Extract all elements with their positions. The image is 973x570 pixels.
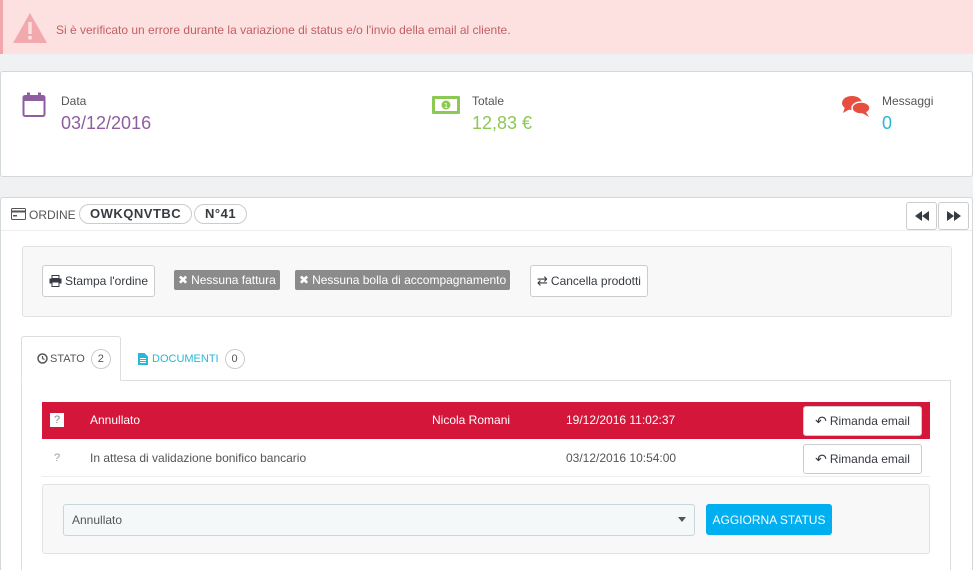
order-number: N°41: [194, 204, 248, 224]
date-value: 03/12/2016: [61, 113, 152, 133]
backward-icon: [914, 211, 929, 221]
comments-icon: [842, 96, 871, 117]
order-reference: OWKQNVTBC: [79, 204, 193, 224]
tab-documents-label: DOCUMENTI: [152, 352, 219, 365]
order-actions-box: Stampa l'ordine ✖ Nessuna fattura ✖ Ness…: [22, 246, 952, 317]
tab-status[interactable]: STATO 2: [21, 336, 121, 381]
no-delivery-tag: ✖ Nessuna bolla di accompagnamento: [295, 270, 511, 290]
clock-icon: [37, 353, 48, 364]
tab-status-label: STATO: [50, 352, 85, 365]
status-icon: ?: [50, 413, 64, 427]
status-icon: ?: [53, 452, 61, 464]
resend-email-label: Rimanda email: [829, 414, 910, 428]
no-delivery-label: Nessuna bolla di accompagnamento: [312, 273, 507, 287]
exchange-icon: ⇄: [537, 273, 548, 288]
update-status-button[interactable]: AGGIORNA STATUS: [706, 504, 832, 535]
resend-email-button[interactable]: ↶ Rimanda email: [803, 444, 922, 474]
calendar-icon: [22, 92, 46, 117]
tab-documents-count: 0: [224, 348, 245, 369]
forward-icon: [946, 211, 961, 221]
no-invoice-tag: ✖ Nessuna fattura: [174, 270, 280, 290]
cancel-products-label: Cancella prodotti: [550, 274, 641, 288]
reply-icon: ↶: [815, 412, 827, 429]
history-row: ? Annullato Nicola Romani 19/12/2016 11:…: [42, 402, 930, 439]
status-select[interactable]: Annullato: [63, 504, 695, 536]
messages-label: Messaggi: [882, 94, 934, 108]
money-icon: 1: [432, 96, 460, 114]
error-message: Si è verificato un errore durante la var…: [56, 23, 511, 37]
order-title: ORDINE: [29, 208, 76, 222]
close-icon: ✖: [299, 273, 310, 287]
history-date: 19/12/2016 11:02:37: [566, 413, 676, 427]
error-alert: Si è verificato un errore durante la var…: [0, 0, 973, 54]
history-date: 03/12/2016 10:54:00: [566, 451, 677, 465]
close-icon: ✖: [178, 273, 189, 287]
file-icon: [138, 352, 148, 365]
messages-value[interactable]: 0: [882, 113, 892, 134]
order-panel-header: ORDINE OWKQNVTBC N°41: [1, 198, 972, 231]
credit-card-icon: [11, 208, 26, 220]
resend-email-button[interactable]: ↶ Rimanda email: [803, 406, 922, 436]
print-icon: [49, 275, 62, 287]
next-order-button[interactable]: [938, 202, 969, 230]
chevron-down-icon: [678, 517, 686, 522]
order-kpi-panel: Data 03/12/2016 1 Totale 12,83 € Messagg…: [0, 71, 973, 177]
history-row: ? In attesa di validazione bonifico banc…: [42, 440, 930, 477]
warning-icon: [13, 13, 47, 43]
no-invoice-label: Nessuna fattura: [191, 273, 276, 287]
tab-status-count: 2: [90, 348, 111, 369]
history-employee: Nicola Romani: [432, 413, 511, 427]
cancel-products-button[interactable]: ⇄ Cancella prodotti: [530, 265, 648, 297]
print-order-button[interactable]: Stampa l'ordine: [42, 265, 156, 297]
status-select-value: Annullato: [72, 513, 123, 527]
resend-email-label: Rimanda email: [829, 452, 910, 466]
date-label: Data: [61, 94, 87, 108]
total-label: Totale: [472, 94, 505, 108]
reply-icon: ↶: [815, 450, 827, 467]
total-value: 12,83 €: [472, 113, 533, 133]
history-status: Annullato: [90, 413, 141, 427]
svg-text:1: 1: [444, 102, 448, 110]
tab-documents[interactable]: DOCUMENTI 0: [138, 336, 245, 381]
previous-order-button[interactable]: [906, 202, 937, 230]
print-order-label: Stampa l'ordine: [65, 274, 149, 288]
update-status-box: Annullato AGGIORNA STATUS: [42, 484, 930, 554]
history-status: In attesa di validazione bonifico bancar…: [90, 451, 307, 465]
